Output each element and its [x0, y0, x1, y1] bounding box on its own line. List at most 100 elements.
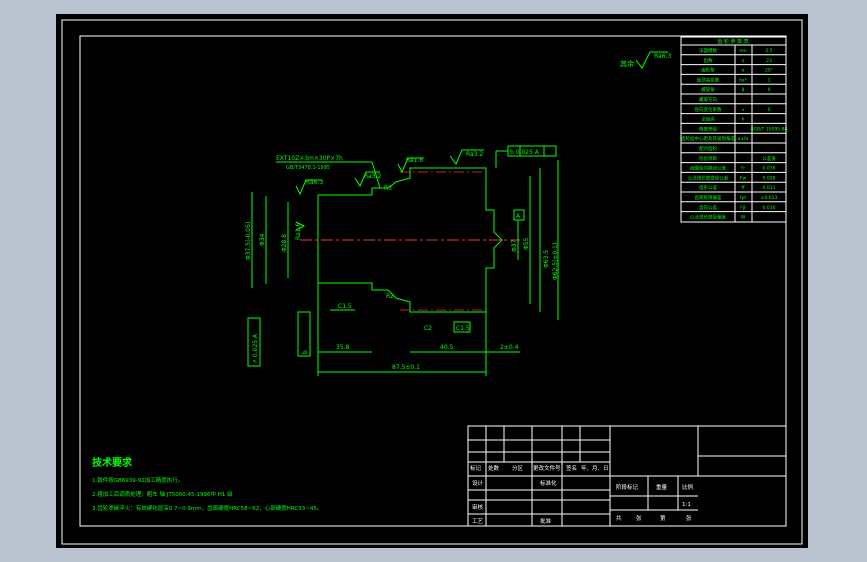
svg-text:87.5±0.1: 87.5±0.1 — [392, 364, 420, 371]
param-name: 螺旋方向 — [699, 96, 717, 103]
param-sym: β — [742, 87, 745, 93]
svg-text:齿 轮 参 数 表: 齿 轮 参 数 表 — [717, 38, 748, 45]
param-name: 齿顶高系数 — [697, 76, 720, 83]
svg-text:重量: 重量 — [656, 483, 668, 491]
param-val: 8GB/T 10095-88 — [751, 126, 788, 132]
svg-text:35.8: 35.8 — [336, 344, 350, 351]
svg-text:A: A — [516, 213, 521, 220]
param-sym: Fβ — [740, 205, 746, 211]
param-sym: z — [742, 59, 745, 64]
param-name: 齿形公差 — [699, 184, 717, 191]
svg-text:1:1: 1:1 — [682, 502, 691, 508]
param-val: 0 — [768, 107, 771, 113]
svg-text:Ra6.3: Ra6.3 — [306, 179, 323, 186]
param-val: 0 — [768, 87, 771, 93]
svg-text:Φ28.8: Φ28.8 — [281, 234, 288, 252]
param-name: 全齿高 — [701, 116, 715, 123]
param-sym: ha* — [739, 77, 748, 83]
svg-text:阶段标记: 阶段标记 — [616, 483, 639, 491]
svg-text:标记: 标记 — [470, 464, 482, 472]
param-name: 齿圈径向跳动公差 — [690, 165, 726, 172]
technical-requirements: 技术要求 1.锻件按GB6939-92加工精度执行。 2.粗加工后调质处理，粗车… — [92, 456, 322, 512]
outer-border — [61, 19, 803, 545]
param-val: 0.028 — [763, 175, 776, 181]
svg-text:Φ63.5: Φ63.5 — [543, 250, 550, 268]
param-val: 23 — [766, 58, 772, 64]
param-sym: α — [742, 69, 745, 74]
svg-text:张: 张 — [636, 514, 642, 522]
param-val: 0.036 — [763, 166, 776, 172]
param-name: 齿轮副中心距及其极限偏差 — [681, 135, 735, 142]
param-sym: h — [742, 117, 745, 123]
param-name: 径向变位系数 — [695, 106, 722, 113]
svg-text:EXT10Z×3m×30P×7h: EXT10Z×3m×30P×7h — [276, 155, 343, 162]
svg-text:技术要求: 技术要求 — [92, 456, 133, 469]
svg-text:Φ55: Φ55 — [523, 237, 530, 250]
svg-text:设计: 设计 — [472, 479, 484, 487]
param-sym: mn — [739, 49, 746, 54]
inner-border — [79, 35, 787, 527]
svg-text:Φ37.5(-0.05): Φ37.5(-0.05) — [245, 222, 252, 260]
param-name: 法面模数 — [699, 47, 717, 54]
title-block: 标记 处数 分区 更改文件号 签名 年、月、日 设计 标准化 阶段标记 重量 比… — [467, 425, 787, 527]
svg-text:C1.5: C1.5 — [338, 303, 352, 310]
svg-text:40.5: 40.5 — [440, 344, 454, 351]
svg-text:b 0.025 A: b 0.025 A — [510, 149, 540, 156]
svg-text:C2: C2 — [424, 325, 432, 332]
param-val: 2.5 — [765, 48, 772, 54]
svg-text:Φ62.5(±0.1): Φ62.5(±0.1) — [552, 243, 559, 280]
param-name: 公法线长度变动公差 — [688, 174, 729, 181]
param-val: 0.011 — [763, 185, 776, 191]
param-val: ±0.013 — [761, 195, 778, 201]
svg-text:分区: 分区 — [512, 464, 524, 472]
param-name: 配对齿轮 — [699, 145, 717, 152]
svg-text:第: 第 — [660, 514, 666, 522]
svg-text:处数: 处数 — [488, 464, 500, 472]
svg-text:Ra6.3: Ra6.3 — [654, 53, 671, 60]
param-sym: fpt — [740, 195, 746, 201]
svg-text:比例: 比例 — [682, 483, 694, 491]
param-name: 螺旋角 — [701, 86, 715, 93]
svg-text:3.齿轮渗碳淬火：有效硬化层深0.7~0.9mm，齿面硬度H: 3.齿轮渗碳淬火：有效硬化层深0.7~0.9mm，齿面硬度HRC58~62，心部… — [92, 504, 322, 512]
svg-text:Φ37: Φ37 — [511, 239, 518, 252]
drawing-canvas: 其余 Ra6.3 齿 轮 参 数 表 法面模数 mn 2.5 齿数 z 23 齿形角 α 20°… — [61, 19, 803, 545]
svg-text:1.锻件按GB6939-92加工精度执行。: 1.锻件按GB6939-92加工精度执行。 — [92, 476, 183, 484]
svg-text:GB/T3478.1-1995: GB/T3478.1-1995 — [286, 165, 330, 171]
param-val: 1 — [768, 77, 771, 83]
svg-text:Ra1.6: Ra1.6 — [406, 157, 423, 164]
svg-text:b: b — [302, 350, 309, 354]
svg-text:审核: 审核 — [472, 503, 484, 511]
svg-text:Ra3.2: Ra3.2 — [466, 151, 483, 158]
param-sym: W — [741, 215, 746, 221]
param-sym: x — [742, 108, 745, 113]
svg-text:批准: 批准 — [540, 517, 552, 525]
drawing-sheet: 其余 Ra6.3 齿 轮 参 数 表 法面模数 mn 2.5 齿数 z 23 齿形角 α 20°… — [56, 14, 808, 548]
param-name: 齿数 — [704, 57, 713, 64]
svg-text:R3: R3 — [384, 185, 392, 192]
svg-text:签名: 签名 — [566, 464, 577, 472]
svg-text:C1.5: C1.5 — [456, 325, 470, 332]
svg-text:2.粗加工后调质处理，粗车 轴 JT5000.45-1996: 2.粗加工后调质处理，粗车 轴 JT5000.45-1996中 H1 级 — [92, 490, 233, 498]
svg-text:共: 共 — [616, 514, 622, 522]
svg-text:Φ34: Φ34 — [259, 233, 266, 246]
svg-text:↗ 0.025 A: ↗ 0.025 A — [252, 333, 259, 364]
param-name: 公法线长度及偏差 — [690, 214, 726, 221]
parameter-table: 齿 轮 参 数 表 法面模数 mn 2.5 齿数 z 23 齿形角 α 20° 齿顶高系数 ha* 1… — [680, 36, 788, 223]
param-sym: Fr — [741, 166, 745, 172]
param-val: 20° — [765, 68, 773, 74]
svg-text:张: 张 — [686, 514, 692, 522]
param-sym: a±fa — [738, 136, 749, 142]
svg-text:Ra3.2: Ra3.2 — [364, 173, 381, 180]
param-sym: ff — [741, 185, 745, 191]
param-name: 检验项目 — [699, 155, 717, 162]
param-sym: Fw — [740, 175, 747, 181]
param-val: 公差值 — [762, 155, 776, 162]
svg-text:工艺: 工艺 — [472, 518, 484, 525]
param-name: 齿形角 — [701, 67, 715, 74]
roughness-global: 其余 Ra6.3 — [620, 51, 671, 69]
param-name: 精度等级 — [699, 125, 717, 132]
svg-text:标准化: 标准化 — [540, 479, 557, 487]
param-name: 齿距极限偏差 — [695, 194, 722, 201]
svg-text:2±0.4: 2±0.4 — [500, 344, 519, 351]
svg-text:R2: R2 — [386, 293, 394, 300]
